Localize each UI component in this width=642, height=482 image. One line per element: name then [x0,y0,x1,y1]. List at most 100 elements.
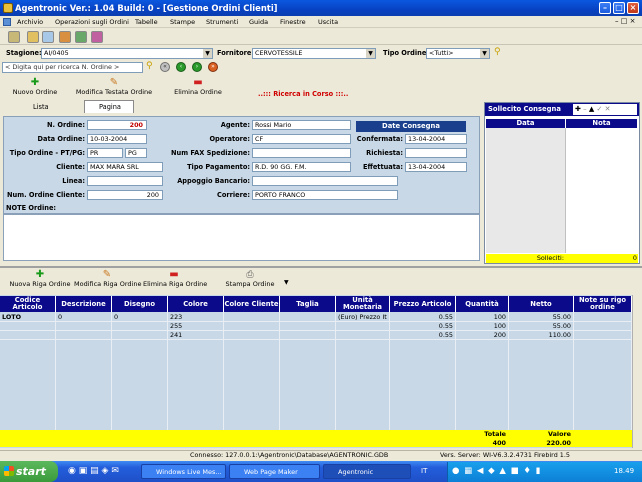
folder-icon[interactable] [27,31,39,43]
grid-col-note[interactable]: Note su rigo ordine [574,296,632,312]
media-icon[interactable]: ◈ [102,466,109,476]
maximize-icon[interactable]: □ [613,2,625,14]
orders-icon[interactable] [59,31,71,43]
remove-icon[interactable]: – [583,105,587,113]
grid-cell-taglia [282,313,333,321]
grid-scrollbar[interactable] [632,295,642,448]
desktop-icon[interactable]: ▤ [90,466,99,476]
grid-col-quantita[interactable]: Quantità [456,296,509,312]
grid-col-unita-monetaria[interactable]: Unità Monetaria [336,296,390,312]
report-icon[interactable] [91,31,103,43]
pt-field[interactable]: PR [87,148,123,158]
menu-guida[interactable]: Guida [249,17,268,27]
fornitore-select[interactable]: CERVOTESSILE [252,48,376,59]
language-indicator[interactable]: IT [421,466,427,477]
messenger-tray-icon[interactable]: ● [452,466,460,476]
menu-stampe[interactable]: Stampe [170,17,195,27]
menu-finestre[interactable]: Finestre [280,17,306,27]
users-icon[interactable] [8,31,20,43]
effettuata-field[interactable]: 13-04-2004 [405,162,467,172]
chevron-down-icon[interactable]: ▼ [284,279,289,286]
check-icon[interactable] [75,31,87,43]
pagamento-field[interactable]: R.D. 90 GG. F.M. [252,162,351,172]
menu-tabelle[interactable]: Tabelle [135,17,158,27]
confermata-field[interactable]: 13-04-2004 [405,134,467,144]
modifica-testata-button[interactable]: ✎ Modifica Testata Ordine [74,78,154,97]
last-record-icon[interactable]: » [208,62,218,72]
fax-field[interactable] [252,148,351,158]
grid-col-codice[interactable]: Codice Articolo [0,296,56,312]
richiesta-field[interactable] [405,148,467,158]
cancel-icon[interactable]: ✕ [605,105,611,113]
grid-col-netto[interactable]: Netto [509,296,574,312]
note-ordine-textarea[interactable] [3,214,480,261]
grid-col-disegno[interactable]: Disegno [112,296,168,312]
tab-lista[interactable]: Lista [18,100,60,112]
menu-uscita[interactable]: Uscita [318,17,338,27]
add-icon[interactable]: ✚ [575,105,581,113]
nuova-riga-button[interactable]: ✚ Nuova Riga Ordine [8,270,72,289]
network-tray-icon[interactable]: ▦ [464,466,473,476]
server-version: Vers. Server: WI-V6.3.2.4731 Firebird 1.… [440,451,570,459]
grid-col-taglia[interactable]: Taglia [280,296,336,312]
grid-col-descrizione[interactable]: Descrizione [56,296,112,312]
cliente-field[interactable]: MAX MARA SRL [87,162,163,172]
operatore-field[interactable]: CF [252,134,351,144]
nuovo-ordine-label: Nuovo Ordine [12,88,58,96]
menu-archivio[interactable]: Archivio [17,17,43,27]
update-tray-icon[interactable]: ▲ [499,466,507,476]
num-ordine-cliente-field[interactable]: 200 [87,190,163,200]
close-icon[interactable]: × [627,2,639,14]
linea-field[interactable] [87,176,163,186]
stagione-select[interactable]: AI/0405 [41,48,213,59]
ie-icon[interactable]: ◉ [68,466,76,476]
display-tray-icon[interactable]: ■ [511,466,520,476]
nuovo-ordine-button[interactable]: ✚ Nuovo Ordine [12,77,58,97]
grid-col-prezzo[interactable]: Prezzo Articolo [390,296,456,312]
find-icon[interactable]: ⚲ [146,61,153,71]
battery-tray-icon[interactable]: ▮ [536,466,542,476]
check-icon[interactable]: ✓ [596,105,602,113]
search-icon[interactable]: ⚲ [494,47,501,57]
mdi-controls-icon[interactable]: – □ × [615,17,635,25]
sollecito-col-nota[interactable]: Nota [566,119,638,128]
menu-operazioni[interactable]: Operazioni sugli Ordini [55,17,129,27]
pg-field[interactable]: PG [125,148,147,158]
grid-col-colore-cliente[interactable]: Colore Cliente [224,296,280,312]
tab-pagina[interactable]: Pagina [84,100,134,113]
valore-totale: 220.00 [546,439,571,447]
sollecito-col-data[interactable]: Data [486,119,566,128]
task-agentronic[interactable]: Agentronic [323,464,411,479]
agente-field[interactable]: Rossi Mario [252,120,351,130]
modifica-riga-button[interactable]: ✎ Modifica Riga Ordine [74,270,141,289]
prev-record-icon[interactable]: ‹ [176,62,186,72]
volume-tray-icon[interactable]: ◀ [477,466,485,476]
up-icon[interactable]: ▲ [589,105,594,113]
minimize-icon[interactable]: – [599,2,611,14]
mail-icon[interactable]: ✉ [111,466,119,476]
grid-cell-codice [2,322,53,330]
first-record-icon[interactable]: « [160,62,170,72]
corriere-field[interactable]: PORTO FRANCO [252,190,398,200]
menu-strumenti[interactable]: Strumenti [206,17,238,27]
antivirus-tray-icon[interactable]: ◆ [488,466,496,476]
task-web-page-maker[interactable]: Web Page Maker [229,464,320,479]
appoggio-field[interactable] [252,176,398,186]
documents-icon[interactable] [42,31,54,43]
elimina-riga-button[interactable]: ▬ Elimina Riga Ordine [143,270,207,289]
elimina-ordine-button[interactable]: ▬ Elimina Ordine [172,78,224,97]
tipo-ordine-select[interactable]: <Tutti> [426,48,490,59]
grid-col-colore[interactable]: Colore [168,296,224,312]
next-record-icon[interactable]: › [192,62,202,72]
n-ordine-field[interactable]: 200 [87,120,147,130]
grid-cell-taglia [282,331,333,339]
sollecito-data-column [486,128,566,253]
corriere-label: Corriere: [217,191,250,199]
folder-icon[interactable]: ▣ [79,466,88,476]
add-icon: ✚ [30,77,40,88]
security-tray-icon[interactable]: ♦ [523,466,532,476]
order-search-input[interactable]: < Digita qui per ricerca N. Ordine > [2,62,143,73]
task-live-messenger[interactable]: Windows Live Mes... [141,464,226,479]
stampa-ordine-button[interactable]: ⎙ Stampa Ordine [224,270,276,288]
data-ordine-field[interactable]: 10-03-2004 [87,134,147,144]
